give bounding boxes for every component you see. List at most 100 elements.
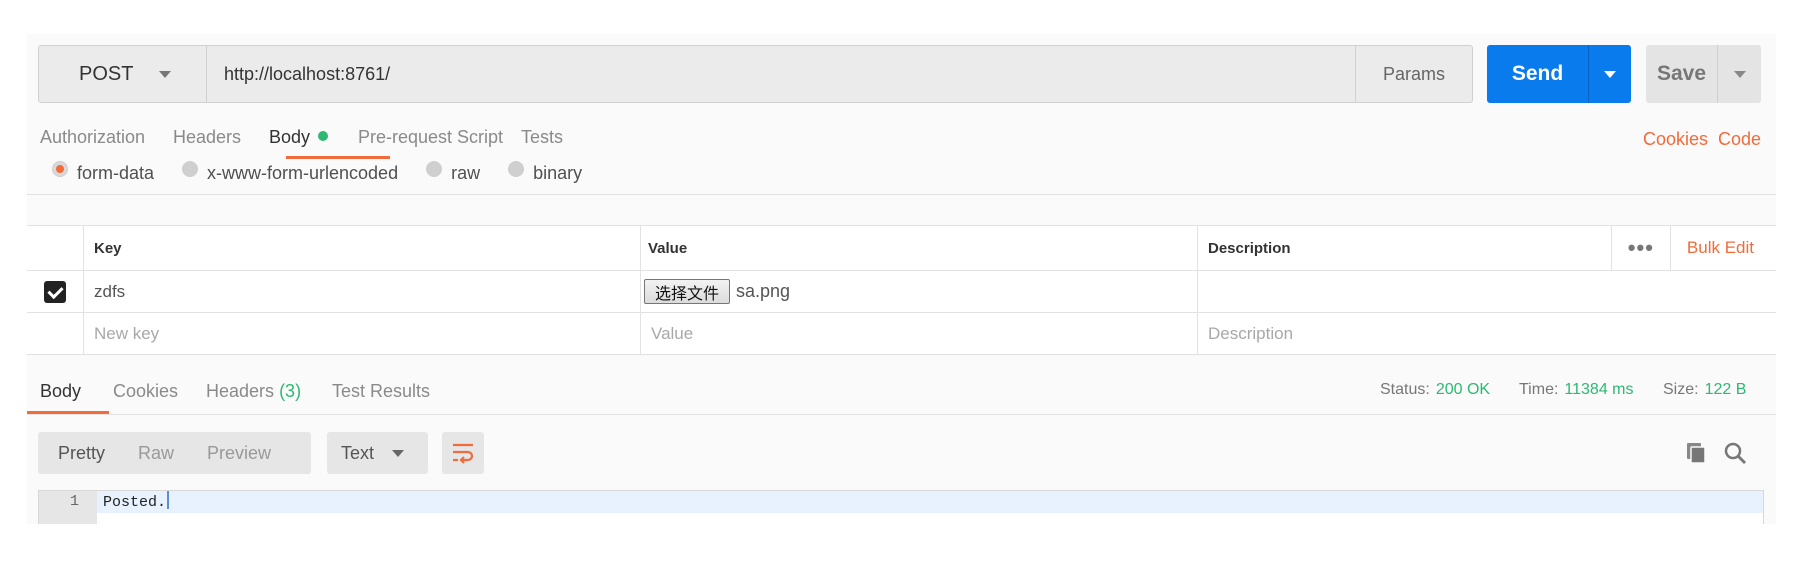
radio-form-data-label: form-data [77,162,155,183]
new-key-input[interactable]: New key [84,313,641,354]
tab-headers[interactable]: Headers [173,127,241,148]
form-data-table: Key Value Description ••• Bulk Edit zdfs… [27,225,1776,355]
radio-urlencoded-label: x-www-form-urlencoded [207,162,399,183]
tab-pre-request-script[interactable]: Pre-request Script [358,127,503,148]
method-select[interactable]: POST [39,46,207,102]
table-tools: ••• Bulk Edit [1610,226,1754,270]
view-raw[interactable]: Raw [118,443,174,464]
chevron-down-icon [1733,70,1746,78]
time-label: Time: [1519,381,1559,398]
format-label: Text [341,442,375,463]
radio-selected-icon [52,161,68,177]
radio-icon [508,161,525,177]
radio-icon [426,161,443,177]
view-pretty[interactable]: Pretty [38,443,105,464]
chevron-down-icon [392,449,405,457]
body-mode-radios: form-data x-www-form-urlencoded raw bina… [52,158,610,188]
gutter [39,513,97,524]
description-cell[interactable] [1198,271,1776,312]
active-tab-indicator [27,411,109,414]
value-cell: 选择文件 sa.png [641,271,1198,312]
tab-response-headers[interactable]: Headers (3) [206,381,301,402]
new-description-input[interactable]: Description [1198,313,1776,354]
code-line: 1 Posted. [39,491,1763,513]
tab-response-body[interactable]: Body [40,381,81,402]
ellipsis-icon[interactable]: ••• [1610,226,1671,270]
status-meta: Status: 200 OK [1380,381,1490,399]
tab-tests[interactable]: Tests [521,127,563,148]
request-bar: POST Params Send Save [38,45,1765,103]
tab-test-results[interactable]: Test Results [332,381,430,402]
save-button[interactable]: Save [1646,45,1718,103]
new-description-placeholder: Description [1208,323,1294,343]
code-text-content: Posted. [103,494,167,511]
time-value: 11384 ms [1564,381,1634,398]
tab-body[interactable]: Body [269,127,329,148]
header-key: Key [84,226,641,270]
code-link[interactable]: Code [1718,129,1761,150]
wrap-lines-button[interactable] [442,432,484,474]
status-dot-icon [318,131,329,141]
method-label: POST [79,62,134,85]
bulk-edit-link[interactable]: Bulk Edit [1687,238,1754,258]
tab-body-label: Body [269,127,311,147]
header-value: Value [641,226,1198,270]
time-meta: Time: 11384 ms [1519,381,1633,399]
row-checkbox-cell [27,271,84,312]
radio-urlencoded[interactable]: x-www-form-urlencoded [182,161,399,184]
size-label: Size: [1663,381,1699,398]
save-group: Save [1646,45,1761,103]
chevron-down-icon [1604,70,1616,78]
send-button[interactable]: Send [1487,45,1588,103]
status-label: Status: [1380,381,1430,398]
tab-response-headers-label: Headers [206,381,275,401]
copy-icon[interactable] [1684,440,1710,466]
view-preview[interactable]: Preview [187,443,271,464]
headers-count: (3) [279,381,302,401]
line-number: 1 [39,491,97,513]
search-icon[interactable] [1722,440,1748,466]
table-header-row: Key Value Description ••• Bulk Edit [27,226,1776,271]
chevron-down-icon [159,70,172,78]
choose-file-button[interactable]: 选择文件 [644,279,731,304]
send-options-button[interactable] [1588,45,1631,103]
format-select[interactable]: Text [327,432,428,474]
text-cursor [167,491,170,509]
key-cell[interactable]: zdfs [84,271,641,312]
new-value-input[interactable]: Value [641,313,1198,354]
table-row: zdfs 选择文件 sa.png [27,271,1776,313]
radio-raw-label: raw [451,162,481,183]
url-input[interactable] [207,46,1355,102]
header-description-cell: Description ••• Bulk Edit [1198,226,1776,270]
url-group: POST Params [38,45,1473,103]
tab-authorization[interactable]: Authorization [40,127,145,148]
response-body-editor[interactable]: 1 Posted. [38,490,1764,524]
radio-binary-label: binary [533,162,583,183]
file-name: sa.png [736,281,791,301]
radio-icon [182,161,199,177]
row-checkbox[interactable] [44,280,66,303]
key-value: zdfs [94,281,126,301]
cookies-link[interactable]: Cookies [1643,129,1708,150]
new-key-placeholder: New key [94,323,160,343]
tab-response-cookies[interactable]: Cookies [113,381,178,402]
send-group: Send [1487,45,1631,103]
code-text: Posted. [97,491,170,513]
params-button[interactable]: Params [1355,46,1472,102]
save-options-button[interactable] [1718,45,1761,103]
radio-form-data[interactable]: form-data [52,161,155,184]
new-row-checkbox-cell [27,313,84,354]
view-mode-group: Pretty Raw Preview [38,432,311,474]
status-value: 200 OK [1435,381,1491,398]
header-checkbox-cell [27,226,84,270]
radio-raw[interactable]: raw [426,161,481,184]
response-tabs: Body Cookies Headers (3) Test Results St… [27,372,1776,415]
size-value: 122 B [1704,381,1747,398]
new-row: New key Value Description [27,313,1776,355]
new-value-placeholder: Value [651,323,694,343]
header-description: Description [1208,239,1291,257]
radio-binary[interactable]: binary [508,161,583,184]
postman-request-pane: POST Params Send Save Authorization Head… [27,34,1776,524]
size-meta: Size: 122 B [1663,381,1746,399]
wrap-lines-icon [453,443,474,464]
